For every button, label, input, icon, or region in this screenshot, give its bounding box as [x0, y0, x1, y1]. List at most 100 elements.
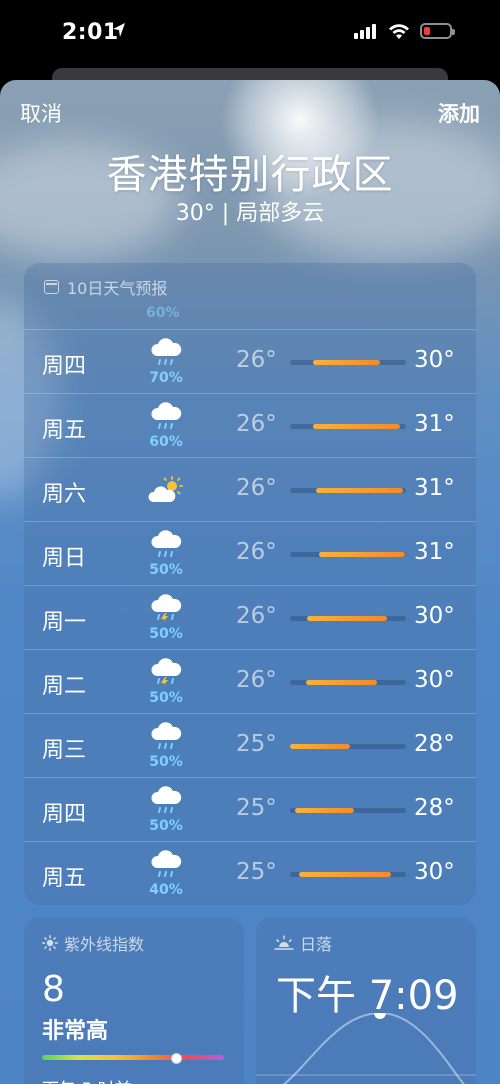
high-temp: 28°	[414, 731, 455, 757]
forecast-title: 10日天气预报	[67, 279, 168, 298]
forecast-day: 周二	[42, 674, 87, 699]
low-temp: 26°	[236, 667, 277, 693]
forecast-row[interactable]: 周六 26° 31°	[24, 457, 476, 522]
high-temp: 31°	[414, 539, 455, 565]
high-temp: 31°	[414, 475, 455, 501]
forecast-day: 周四	[42, 802, 87, 827]
rain-cloud-icon	[151, 722, 182, 749]
precip-chance: 50%	[149, 818, 183, 834]
low-temp: 26°	[236, 539, 277, 565]
high-temp: 30°	[414, 859, 455, 885]
temp-range-bar	[290, 872, 406, 877]
temp-range-fill	[315, 488, 403, 493]
cancel-button[interactable]: 取消	[20, 98, 62, 128]
sunset-title-label: 日落	[300, 935, 333, 954]
temp-range-fill	[299, 872, 391, 877]
uv-value: 8	[42, 969, 65, 1010]
temp-range-fill	[290, 744, 351, 749]
sunset-icon	[274, 935, 294, 950]
battery-icon	[420, 23, 455, 39]
temp-range-fill	[306, 680, 377, 685]
precip-chance: 40%	[149, 882, 183, 898]
ten-day-forecast-card[interactable]: 10日天气预报 60% 周四 70% 26° 30° 周五 60% 26° 31° 周六 26° 3…	[24, 263, 476, 905]
status-time: 2:01	[62, 20, 119, 45]
uv-indicator	[170, 1053, 182, 1064]
rain-cloud-icon	[151, 786, 182, 813]
temp-range-fill	[294, 808, 354, 813]
precip-chance: 60%	[149, 434, 183, 450]
rain-cloud-icon	[151, 402, 182, 429]
sun-icon	[42, 935, 58, 951]
forecast-row[interactable]: 周三 50% 25° 28°	[24, 713, 476, 778]
sunset-title: 日落	[274, 931, 332, 955]
precip-chance: 70%	[149, 370, 183, 386]
forecast-day: 周六	[42, 482, 87, 507]
precip-chance: 50%	[149, 690, 183, 706]
sunset-card[interactable]: 日落 下午 7:09	[256, 917, 476, 1084]
thunderstorm-icon	[151, 594, 182, 622]
city-name: 香港特别行政区	[106, 152, 394, 198]
forecast-day: 周三	[42, 738, 87, 763]
rain-cloud-icon	[151, 530, 182, 557]
forecast-row[interactable]: 周五 60% 26° 31°	[24, 393, 476, 458]
uv-title: 紫外线指数	[42, 931, 144, 955]
partly-cloudy-sun-icon	[148, 476, 183, 502]
low-temp: 25°	[236, 859, 277, 885]
uv-index-card[interactable]: 紫外线指数 8 非常高 下午 5 时前	[24, 917, 244, 1084]
forecast-row[interactable]: 周日 50% 26° 31°	[24, 521, 476, 586]
sun-path-curve	[256, 1013, 476, 1084]
temp-range-bar	[290, 680, 406, 685]
forecast-row[interactable]: 周五 40% 25° 30°	[24, 841, 476, 905]
precip-chance: 50%	[149, 562, 183, 578]
low-temp: 26°	[236, 475, 277, 501]
high-temp: 28°	[414, 795, 455, 821]
forecast-row[interactable]: 周四 70% 26° 30°	[24, 329, 476, 394]
forecast-day: 周一	[42, 610, 87, 635]
low-temp: 26°	[236, 411, 277, 437]
uv-note: 下午 5 时前	[42, 1075, 132, 1084]
wifi-icon	[389, 24, 409, 39]
status-bar: 2:01	[0, 0, 500, 68]
sun-position-marker	[374, 1013, 386, 1019]
current-summary: 30° | 局部多云	[175, 201, 325, 226]
temp-range-fill	[313, 424, 401, 429]
low-temp: 25°	[236, 731, 277, 757]
low-temp: 25°	[236, 795, 277, 821]
temp-range-bar	[290, 360, 406, 365]
weather-preview-sheet: 取消 添加 香港特别行政区 30° | 局部多云 10日天气预报 60% 周四 7…	[0, 80, 500, 1084]
high-temp: 30°	[414, 603, 455, 629]
precip-chance: 60%	[146, 305, 180, 321]
low-temp: 26°	[236, 347, 277, 373]
temp-range-bar	[290, 744, 406, 749]
temp-range-bar	[290, 616, 406, 621]
temp-range-fill	[313, 360, 381, 365]
forecast-row[interactable]: 周一 50% 26° 30°	[24, 585, 476, 650]
thunderstorm-icon	[151, 658, 182, 686]
forecast-day: 周四	[42, 354, 87, 379]
low-temp: 26°	[236, 603, 277, 629]
high-temp: 30°	[414, 667, 455, 693]
temp-range-bar	[290, 552, 406, 557]
uv-title-label: 紫外线指数	[64, 935, 145, 954]
uv-scale-bar	[42, 1055, 224, 1060]
forecast-row[interactable]: 周二 50% 26° 30°	[24, 649, 476, 714]
high-temp: 31°	[414, 411, 455, 437]
temp-range-fill	[307, 616, 388, 621]
forecast-row[interactable]: 周四 50% 25° 28°	[24, 777, 476, 842]
precip-chance: 50%	[149, 754, 183, 770]
forecast-day: 周五	[42, 866, 87, 891]
precip-chance: 50%	[149, 626, 183, 642]
add-button[interactable]: 添加	[438, 98, 480, 128]
temp-range-bar	[290, 808, 406, 813]
forecast-day: 周日	[42, 546, 87, 571]
uv-level: 非常高	[42, 1019, 109, 1044]
rain-cloud-icon	[151, 850, 182, 877]
calendar-icon	[44, 280, 59, 294]
forecast-day: 周五	[42, 418, 87, 443]
rain-cloud-icon	[151, 338, 182, 365]
high-temp: 30°	[414, 347, 455, 373]
temp-range-fill	[319, 552, 405, 557]
location-arrow-icon	[113, 23, 125, 37]
temp-range-bar	[290, 424, 406, 429]
forecast-header: 10日天气预报	[44, 275, 167, 299]
